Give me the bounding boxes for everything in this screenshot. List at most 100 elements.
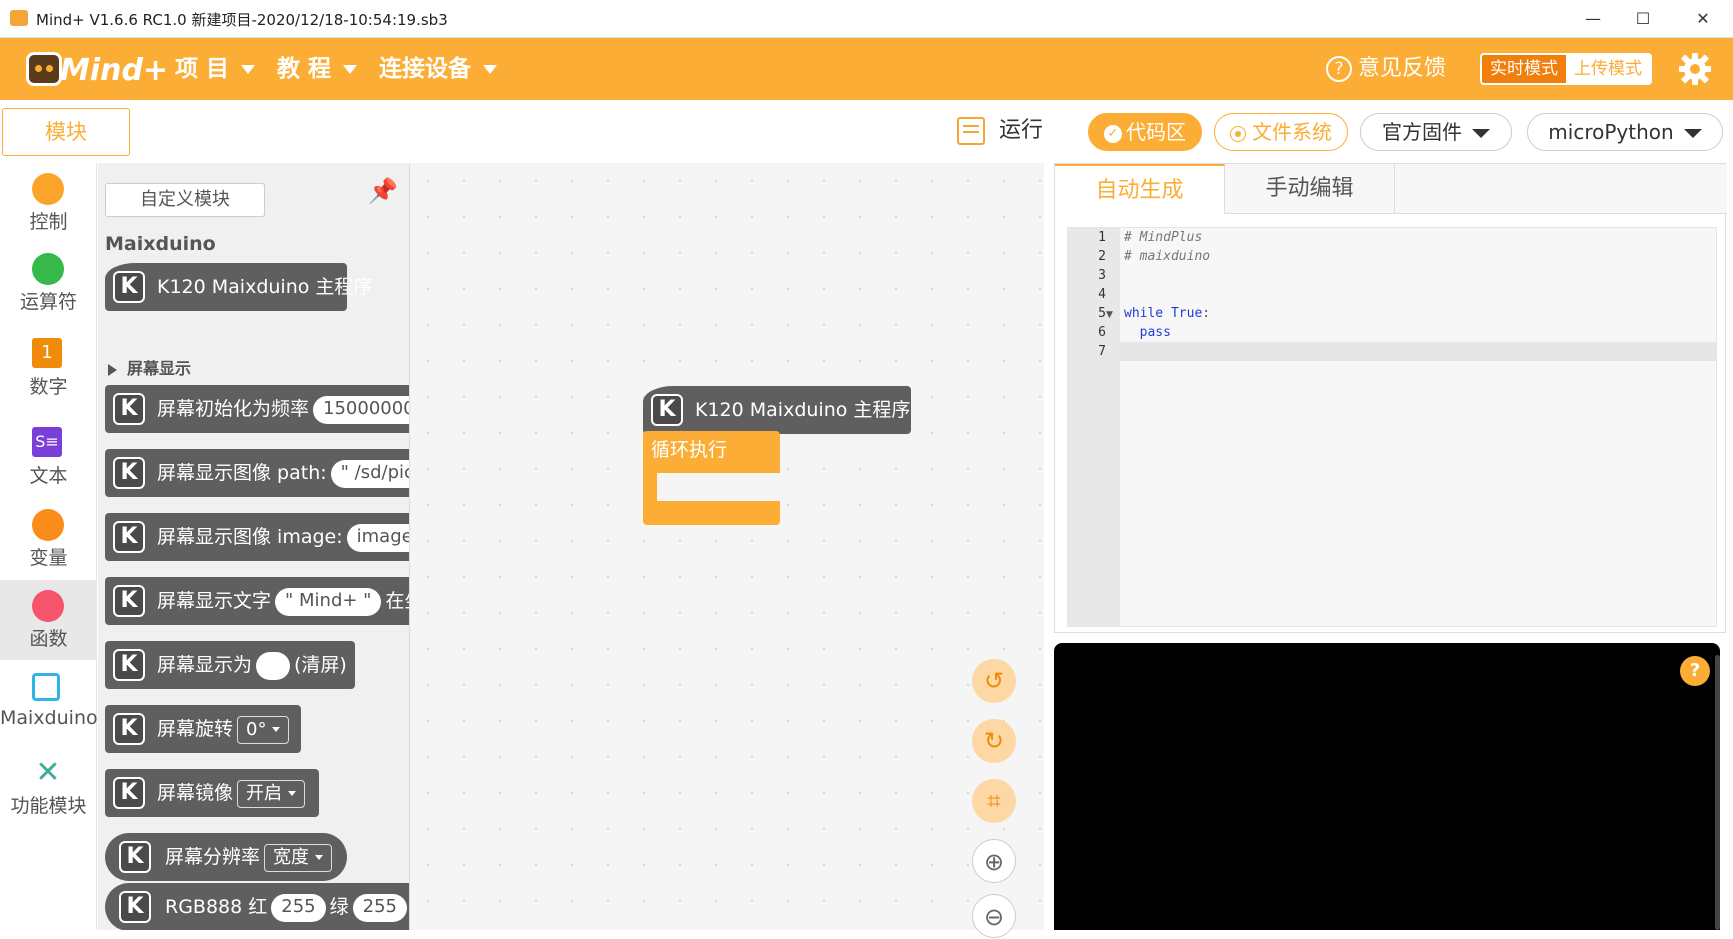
gear-icon[interactable] (1678, 52, 1712, 86)
run-label: 运行 (999, 118, 1044, 143)
serial-terminal[interactable] (1054, 643, 1720, 930)
category-text[interactable]: S≡ 文本 (0, 417, 97, 497)
check-icon: ✓ (1104, 124, 1122, 143)
operators-icon (32, 253, 64, 285)
category-math[interactable]: 1 数字 (0, 328, 97, 408)
text-input[interactable]: " Mind+ " (275, 587, 382, 616)
screen-rotate-block[interactable]: K 屏幕旋转 0° (105, 705, 301, 753)
fold-caret-icon[interactable]: ▼ (1106, 310, 1113, 320)
active-line-highlight (1120, 342, 1716, 361)
redo-button[interactable]: ↻ (972, 719, 1016, 763)
code-line: # MindPlus (1124, 230, 1203, 245)
category-variables[interactable]: 变量 (0, 499, 97, 579)
logo-text: Mind+ (60, 53, 169, 88)
code-line: pass (1124, 325, 1171, 340)
path-input[interactable]: " /sd/pic.bmp " (330, 459, 409, 488)
menu-project-label: 项 目 (175, 56, 230, 82)
rotate-dropdown[interactable]: 0° (237, 715, 290, 744)
help-icon[interactable]: ? (1680, 656, 1710, 686)
close-button[interactable]: ✕ (1674, 0, 1732, 38)
section-label: 屏幕显示 (127, 359, 192, 378)
category-label: 函数 (29, 628, 68, 650)
block-label: 屏幕显示图像 image: (157, 526, 343, 548)
k-icon: K (113, 585, 145, 617)
custom-block-button[interactable]: 自定义模块 (105, 183, 265, 217)
mode-toggle[interactable]: 实时模式 上传模式 (1480, 53, 1652, 85)
feedback-button[interactable]: ? 意见反馈 (1326, 52, 1446, 86)
main-program-block[interactable]: K K120 Maixduino 主程序 (105, 263, 372, 311)
mirror-dropdown[interactable]: 开启 (237, 779, 306, 808)
category-control[interactable]: 控制 (0, 163, 97, 243)
block-label: 屏幕显示文字 (157, 590, 272, 612)
tab-manual-edit[interactable]: 手动编辑 (1225, 164, 1395, 214)
block-label: 屏幕显示为 (157, 654, 253, 676)
terminal-scrollbar[interactable] (1715, 655, 1720, 930)
block-label: 屏幕镜像 (157, 782, 234, 804)
screen-show-text-block[interactable]: K 屏幕显示文字" Mind+ "在坐标X42Y22文字背景 (105, 577, 409, 625)
robot-icon (26, 52, 62, 86)
menu-connect-device[interactable]: 连接设备 (379, 38, 497, 100)
k-icon: K (119, 891, 151, 923)
category-functions[interactable]: 函数 (0, 580, 97, 660)
file-system-button[interactable]: 文件系统 (1214, 113, 1348, 151)
screen-mirror-block[interactable]: K 屏幕镜像 开启 (105, 769, 319, 817)
tab-modules[interactable]: 模块 (2, 108, 130, 156)
code-area-button[interactable]: ✓ 代码区 (1088, 113, 1202, 151)
category-label: 变量 (29, 547, 68, 569)
screen-resolution-block[interactable]: K 屏幕分辨率 宽度 (105, 833, 347, 881)
red-input[interactable]: 255 (271, 893, 326, 922)
run-button[interactable]: 运行 (957, 114, 1043, 148)
chevron-down-icon (483, 65, 497, 74)
block-workspace[interactable] (410, 163, 1044, 930)
screen-init-block[interactable]: K 屏幕初始化为频率15000000背景 (105, 385, 409, 433)
category-maixduino[interactable]: Maixduino (0, 663, 98, 743)
code-area-label: 代码区 (1126, 120, 1186, 144)
maximize-button[interactable]: ☐ (1614, 0, 1672, 38)
category-label: 控制 (29, 211, 68, 233)
line-number: 4 (1098, 287, 1106, 302)
keyword-while: while (1124, 306, 1164, 321)
category-sidebar: 控制 运算符 1 数字 S≡ 文本 变量 函数 Maixduino ✕ 功能模块 (0, 163, 98, 930)
zoom-out-button[interactable]: ⊖ (972, 894, 1016, 938)
language-select[interactable]: microPython (1527, 113, 1723, 151)
crop-icon[interactable]: ⌗ (972, 779, 1016, 823)
caret-right-icon (108, 363, 117, 376)
menu-tutorial[interactable]: 教 程 (277, 38, 358, 100)
mindplus-logo: Mind+ (26, 46, 168, 92)
firmware-select[interactable]: 官方固件 (1360, 113, 1512, 151)
rgb888-block[interactable]: K RGB888 红255绿255蓝255 (105, 883, 409, 930)
line-number: 7 (1098, 344, 1106, 359)
live-mode-button[interactable]: 实时模式 (1482, 55, 1566, 83)
category-label: 文本 (29, 465, 68, 487)
freq-input[interactable]: 15000000 (313, 395, 409, 424)
menu-project[interactable]: 项 目 (175, 38, 256, 100)
variables-icon (32, 509, 64, 541)
window-title: Mind+ V1.6.6 RC1.0 新建项目-2020/12/18-10:54… (36, 11, 448, 29)
line-number: 6 (1098, 325, 1106, 340)
code-editor[interactable]: 1 2 3 4 5 6 7 ▼ # MindPlus # maixduino w… (1067, 227, 1717, 627)
resolution-dropdown[interactable]: 宽度 (264, 843, 333, 872)
menu-bar: Mind+ 项 目 教 程 连接设备 ? 意见反馈 实时模式 上传模式 (0, 38, 1733, 100)
category-operators[interactable]: 运算符 (0, 243, 97, 323)
pin-icon[interactable]: 📌 (368, 177, 398, 207)
screen-show-path-block[interactable]: K 屏幕显示图像 path:" /sd/pic.bmp " (105, 449, 409, 497)
forever-loop-block[interactable]: 循环执行 (643, 431, 780, 525)
app-icon (10, 10, 28, 26)
screen-show-image-block[interactable]: K 屏幕显示图像 image:image.Image() (105, 513, 409, 561)
screen-fill-block[interactable]: K 屏幕显示为 (清屏) (105, 641, 355, 689)
k-icon: K (113, 393, 145, 425)
section-screen-display[interactable]: 屏幕显示 (108, 355, 191, 379)
image-input[interactable]: image.Image() (346, 523, 409, 552)
zoom-in-button[interactable]: ⊕ (972, 839, 1016, 883)
category-function-modules[interactable]: ✕ 功能模块 (0, 747, 97, 827)
menu-connect-label: 连接设备 (379, 56, 471, 82)
colon: : (1202, 306, 1211, 321)
green-input[interactable]: 255 (352, 893, 407, 922)
chevron-down-icon (1472, 129, 1490, 138)
undo-button[interactable]: ↺ (972, 659, 1016, 703)
tab-auto-generate[interactable]: 自动生成 (1055, 164, 1225, 214)
block-label: 屏幕分辨率 (165, 846, 261, 868)
upload-mode-button[interactable]: 上传模式 (1566, 55, 1650, 83)
workspace-main-program-block[interactable]: K K120 Maixduino 主程序 (643, 386, 911, 434)
fill-color-picker[interactable] (256, 651, 291, 680)
